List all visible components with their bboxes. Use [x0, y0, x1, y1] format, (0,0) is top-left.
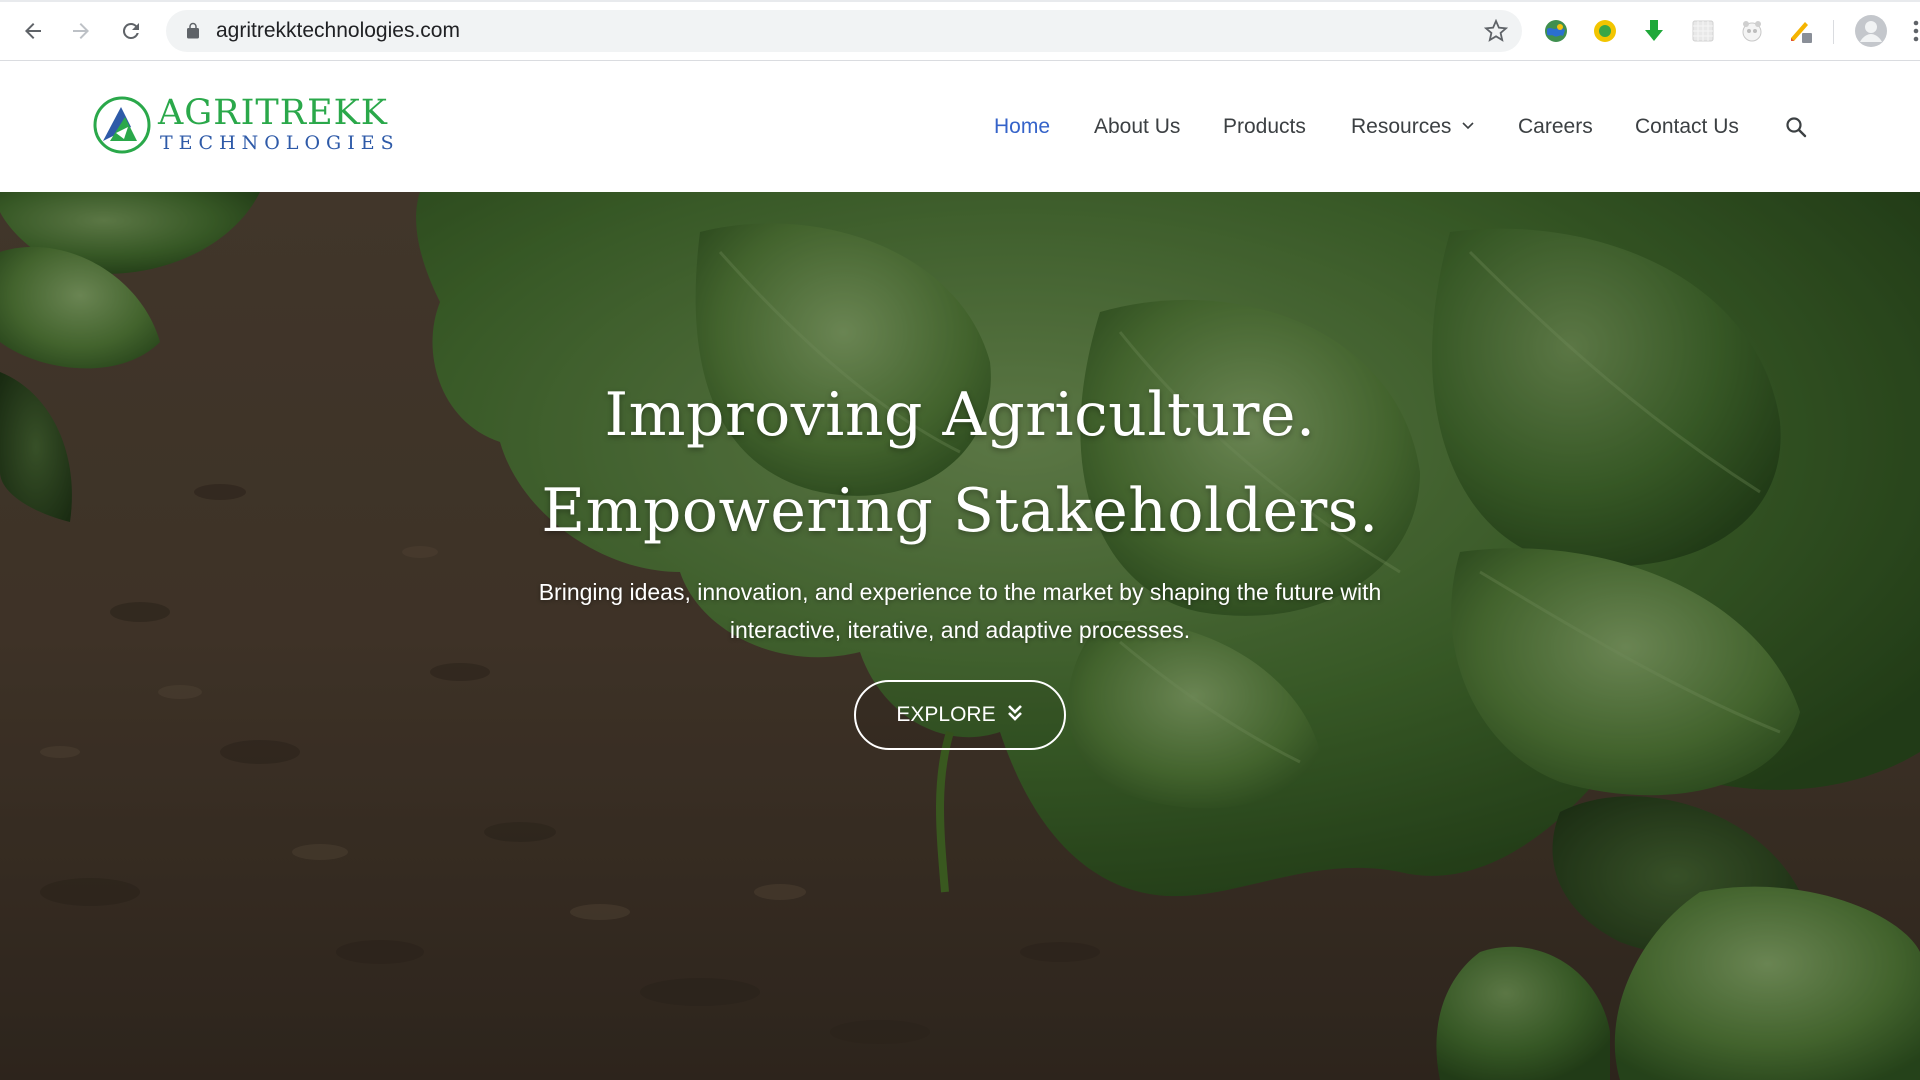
profile-button[interactable]: [1854, 14, 1888, 48]
hero-title-line-1: Improving Agriculture.: [604, 380, 1316, 450]
extension-download[interactable]: [1641, 18, 1667, 44]
hero-title-line-2: Empowering Stakeholders.: [541, 476, 1379, 546]
site-logo[interactable]: AGRITREKK TECHNOLOGIES: [92, 93, 394, 157]
bookmark-star-icon[interactable]: [1484, 19, 1508, 43]
lock-icon: [187, 22, 199, 39]
nav-home[interactable]: Home: [994, 61, 1050, 192]
forward-button[interactable]: [64, 14, 98, 48]
panda-extension-icon: [1742, 21, 1762, 42]
back-icon: [25, 23, 41, 39]
extension-panda[interactable]: [1739, 18, 1765, 44]
logo-name: AGRITREKK: [158, 93, 388, 133]
chevron-down-icon: [1462, 122, 1474, 130]
download-arrow-extension-icon: [1645, 20, 1663, 41]
forward-icon: [73, 23, 89, 39]
hero-subtitle-line-1: Bringing ideas, innovation, and experien…: [538, 579, 1382, 605]
yellow-coin-extension-icon: [1594, 20, 1616, 42]
nav-careers[interactable]: Careers: [1518, 61, 1593, 192]
back-button[interactable]: [16, 14, 50, 48]
hero-section: Improving Agriculture. Empowering Stakeh…: [0, 192, 1920, 1080]
search-icon[interactable]: [1784, 115, 1808, 139]
browser-toolbar: agritrekktechnologies.com: [0, 0, 1920, 61]
nav-contact-us[interactable]: Contact Us: [1635, 61, 1739, 192]
extension-coin[interactable]: [1592, 18, 1618, 44]
extension-pencil[interactable]: [1788, 18, 1814, 44]
pencil-extension-icon: [1791, 22, 1812, 43]
menu-kebab-icon[interactable]: [1906, 18, 1920, 44]
extension-globe[interactable]: [1543, 18, 1569, 44]
globe-extension-icon: [1545, 20, 1567, 42]
agritrekk-logo-icon: [93, 96, 151, 154]
nav-resources-label: Resources: [1351, 115, 1452, 138]
double-chevron-down-icon: [1007, 705, 1022, 722]
url-text[interactable]: agritrekktechnologies.com: [216, 10, 460, 52]
hero-subtitle-line-2: interactive, iterative, and adaptive pro…: [729, 617, 1191, 643]
explore-button[interactable]: EXPLORE: [854, 680, 1066, 750]
tab-strip-edge: [0, 0, 1920, 2]
extension-grid[interactable]: [1690, 18, 1716, 44]
grid-extension-icon: [1692, 20, 1714, 42]
reload-button[interactable]: [114, 14, 148, 48]
reload-icon: [122, 22, 139, 39]
nav-resources[interactable]: Resources: [1351, 61, 1475, 192]
toolbar-separator: [1833, 20, 1834, 44]
address-bar[interactable]: agritrekktechnologies.com: [166, 10, 1522, 52]
logo-subtitle: TECHNOLOGIES: [160, 132, 400, 154]
explore-button-label: EXPLORE: [896, 703, 996, 726]
profile-icon: [1855, 15, 1887, 47]
nav-products[interactable]: Products: [1223, 61, 1306, 192]
site-header: AGRITREKK TECHNOLOGIES Home About Us Pro…: [0, 61, 1920, 192]
nav-about-us[interactable]: About Us: [1094, 61, 1180, 192]
